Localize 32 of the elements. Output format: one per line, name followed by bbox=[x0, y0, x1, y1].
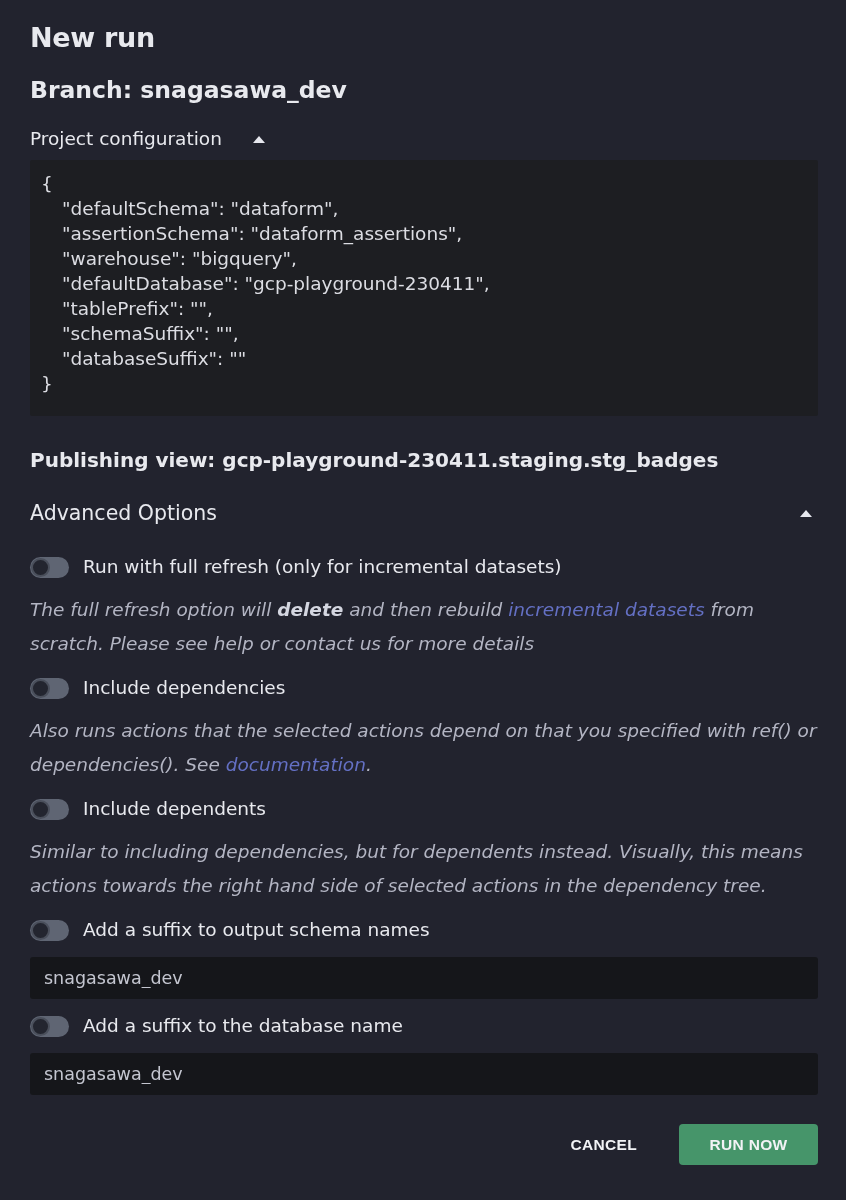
toggle-switch[interactable] bbox=[30, 556, 69, 578]
branch-heading: Branch: snagasawa_dev bbox=[30, 75, 347, 105]
option-label: Add a suffix to the database name bbox=[83, 1014, 403, 1038]
option-label: Add a suffix to output schema names bbox=[83, 918, 430, 942]
option-label: Include dependencies bbox=[83, 676, 286, 700]
option-description: Also runs actions that the selected actions depend on that you specified with ref() or dependencies(). See documentation. bbox=[30, 719, 818, 777]
toggle-switch[interactable] bbox=[30, 919, 69, 941]
toggle-switch[interactable] bbox=[30, 1015, 69, 1037]
publishing-view-heading: Publishing view: gcp-playground-230411.staging.stg_badges bbox=[30, 447, 719, 474]
code-line: "databaseSuffix": "" bbox=[62, 347, 247, 371]
option-description: Similar to including dependencies, but for dependents instead. Visually, this means actions towards the right hand side of selected actions in the dependency tree. bbox=[30, 840, 804, 898]
option-label: Run with full refresh (only for incremental datasets) bbox=[83, 555, 562, 579]
caret-up-icon[interactable] bbox=[800, 509, 812, 517]
caret-up-icon[interactable] bbox=[252, 135, 265, 143]
code-line: "assertionSchema": "dataform_assertions", bbox=[62, 222, 463, 246]
option-label: Include dependents bbox=[83, 797, 266, 821]
code-line: "warehouse": "bigquery", bbox=[62, 247, 297, 271]
code-line: "defaultDatabase": "gcp-playground-230411", bbox=[62, 272, 490, 296]
cancel-button[interactable]: CANCEL bbox=[554, 1124, 653, 1165]
code-line: } bbox=[41, 372, 53, 396]
suffix-input-field[interactable]: snagasawa_dev bbox=[30, 957, 818, 999]
option-description: The full refresh option will delete and then rebuild incremental datasets from scratch. Please see help or contact us for more details bbox=[30, 598, 755, 656]
section-header: Advanced Options bbox=[30, 500, 217, 527]
code-line: "tablePrefix": "", bbox=[62, 297, 213, 321]
code-line: { bbox=[41, 172, 53, 196]
code-line: "schemaSuffix": "", bbox=[62, 322, 239, 346]
toggle-switch[interactable] bbox=[30, 798, 69, 820]
code-line: "defaultSchema": "dataform", bbox=[62, 197, 339, 221]
section-header: Project configuration bbox=[30, 127, 222, 151]
dialog-title: New run bbox=[30, 21, 155, 55]
suffix-input-field[interactable]: snagasawa_dev bbox=[30, 1053, 818, 1095]
toggle-switch[interactable] bbox=[30, 677, 69, 699]
